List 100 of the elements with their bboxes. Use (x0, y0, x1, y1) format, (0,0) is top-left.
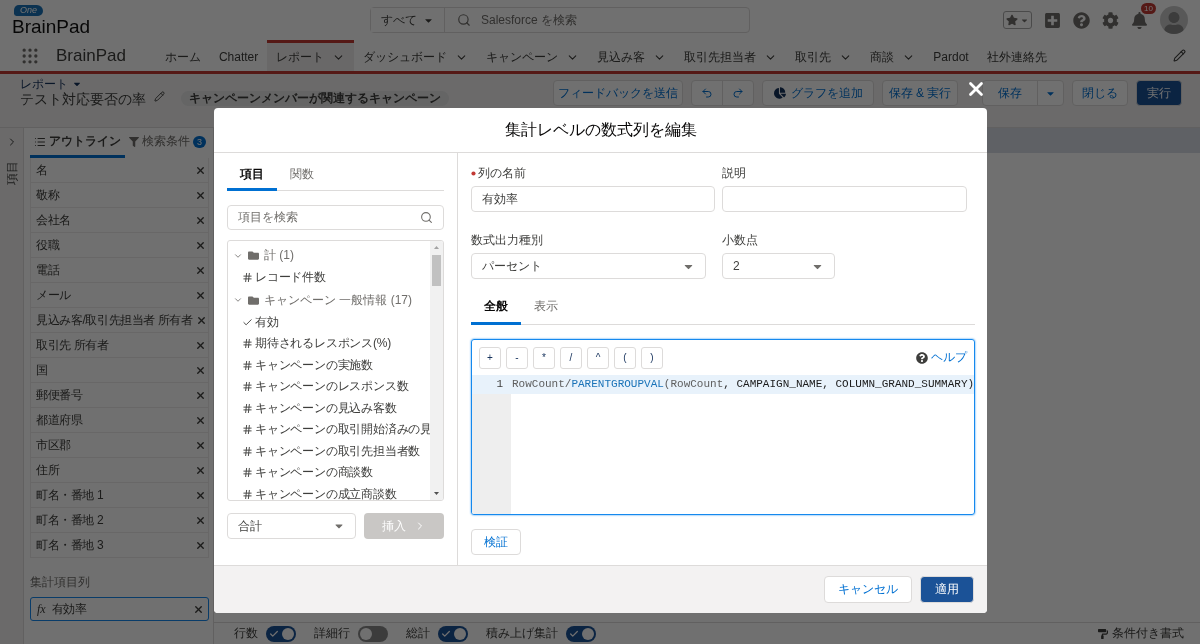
remove-icon[interactable] (195, 414, 206, 426)
remove-icon[interactable] (195, 264, 206, 276)
operator-button[interactable]: ) (641, 346, 663, 369)
operator-button[interactable]: + (479, 346, 501, 369)
feedback-button[interactable]: フィードバックを送信 (553, 80, 683, 106)
tree-group[interactable]: キャンペーン 一般情報 (17) (233, 288, 412, 312)
tree-group[interactable]: 計 (1) (233, 244, 294, 267)
column-row[interactable]: 名 (30, 158, 209, 183)
nav-tab[interactable]: Pardot (924, 40, 978, 71)
edit-icon[interactable] (154, 91, 165, 102)
search-field[interactable]: すべて Salesforce を検索 (370, 7, 750, 33)
tab[interactable]: 項目 (227, 161, 277, 191)
operator-button[interactable]: ^ (587, 346, 609, 369)
add-chart-button[interactable]: グラフを追加 (762, 80, 874, 106)
save-run-button[interactable]: 保存 & 実行 (882, 80, 958, 106)
nav-tab[interactable]: レポート (267, 40, 355, 71)
toggle-switch[interactable] (358, 625, 388, 642)
remove-icon[interactable] (195, 289, 206, 301)
column-row[interactable]: 役職 (30, 233, 209, 258)
remove-icon[interactable] (195, 539, 206, 551)
column-row[interactable]: 町名・番地 1 (30, 483, 209, 508)
tree-item[interactable]: キャンペーンのレスポンス数 (233, 376, 409, 398)
remove-icon[interactable] (195, 314, 207, 326)
column-row[interactable]: 町名・番地 3 (30, 533, 209, 558)
column-row[interactable]: 都道府県 (30, 408, 209, 433)
nav-tab[interactable]: 見込み客 (588, 40, 676, 71)
nav-tab[interactable]: ホーム (155, 40, 210, 71)
scrollbar[interactable] (430, 241, 443, 500)
tree-item[interactable]: 期待されるレスポンス(%) (233, 333, 392, 355)
edit-icon[interactable] (1173, 49, 1186, 62)
plus-icon[interactable] (1044, 11, 1061, 29)
help-link[interactable]: ヘルプ (916, 349, 968, 366)
column-row[interactable]: 住所 (30, 458, 209, 483)
tree-item[interactable]: キャンペーンの見込み客数 (233, 397, 397, 419)
remove-icon[interactable] (195, 489, 206, 501)
operator-button[interactable]: - (506, 346, 528, 369)
nav-tab[interactable]: 社外連絡先 (977, 40, 1056, 71)
settings-icon[interactable] (1102, 11, 1119, 29)
column-row[interactable]: 取引先 所有者 (30, 333, 209, 358)
breadcrumb-link[interactable]: レポート (20, 76, 449, 91)
remove-icon[interactable] (195, 164, 206, 176)
remove-icon[interactable] (195, 214, 206, 226)
nav-tab[interactable]: Chatter (209, 40, 268, 71)
tree-item[interactable]: 有効 (233, 311, 279, 333)
formula-column-row[interactable]: fx 有効率 (30, 597, 209, 621)
toggle-switch[interactable] (266, 625, 296, 642)
column-row[interactable]: 国 (30, 358, 209, 383)
tree-item[interactable]: キャンペーンの成立商談数 (233, 483, 397, 500)
panel-label[interactable]: 項目 (3, 160, 20, 185)
column-row[interactable]: 会社名 (30, 208, 209, 233)
column-row[interactable]: 敬称 (30, 183, 209, 208)
remove-icon[interactable] (195, 364, 206, 376)
favorites-button[interactable] (1003, 11, 1032, 29)
help-icon[interactable] (1073, 11, 1090, 29)
run-button[interactable]: 実行 (1136, 80, 1182, 106)
tab[interactable]: 全般 (471, 291, 521, 325)
toggle-switch[interactable] (566, 625, 596, 642)
select-field[interactable]: 2 (722, 253, 835, 279)
operator-button[interactable]: * (533, 346, 555, 369)
select-field[interactable]: パーセント (471, 253, 706, 279)
panel-tab[interactable]: 検索条件 3 (125, 128, 210, 158)
tab[interactable]: 関数 (277, 161, 327, 191)
search-field[interactable]: 項目を検索 (227, 205, 444, 230)
bell-icon[interactable] (1131, 11, 1148, 29)
close-button[interactable]: 閉じる (1072, 80, 1128, 106)
column-row[interactable]: 電話 (30, 258, 209, 283)
column-row[interactable]: メール (30, 283, 209, 308)
validate-button[interactable]: 検証 (471, 529, 521, 555)
remove-icon[interactable] (195, 339, 206, 351)
tree-item[interactable]: キャンペーンの商談数 (233, 462, 373, 484)
column-row[interactable]: 郵便番号 (30, 383, 209, 408)
cancel-button[interactable]: キャンセル (824, 576, 912, 603)
operator-button[interactable]: ( (614, 346, 636, 369)
text-field[interactable] (722, 186, 967, 212)
search-scope-dropdown[interactable]: すべて (371, 8, 445, 32)
remove-icon[interactable] (195, 389, 206, 401)
remove-icon[interactable] (195, 439, 206, 451)
avatar[interactable] (1160, 6, 1188, 34)
column-row[interactable]: 市区郡 (30, 433, 209, 458)
column-row[interactable]: 見込み客/取引先担当者 所有者 (30, 308, 209, 333)
nav-tab[interactable]: ダッシュボード (354, 40, 478, 71)
nav-tab[interactable]: キャンペーン (477, 40, 589, 71)
remove-icon[interactable] (195, 464, 206, 476)
operator-button[interactable]: / (560, 346, 582, 369)
remove-icon[interactable] (193, 603, 204, 615)
tree-item[interactable]: キャンペーンの取引先担当者数 (233, 440, 421, 462)
formula-editor[interactable]: + - * / ^ ( ) ヘルプ 1 RowCount/PARENTGROUPVAL(RowCount, CAMPAIGN_NAME, COLUMN_GRAND_SUMMARY) (471, 339, 976, 515)
tab[interactable]: 表示 (521, 291, 571, 325)
toggle-switch[interactable] (438, 625, 468, 642)
conditional-format-button[interactable]: 条件付き書式 (1092, 624, 1190, 643)
remove-icon[interactable] (195, 239, 206, 251)
nav-tab[interactable]: 取引先担当者 (675, 40, 787, 71)
tree-item[interactable]: キャンペーンの実施数 (233, 354, 373, 376)
text-field[interactable]: 有効率 (471, 186, 715, 212)
nav-tab[interactable]: 商談 (861, 40, 925, 71)
tree-item[interactable]: レコード件数 (233, 267, 326, 289)
aggregate-select[interactable]: 合計 (227, 513, 357, 539)
remove-icon[interactable] (195, 514, 206, 526)
apply-button[interactable]: 適用 (920, 576, 974, 603)
column-row[interactable]: 町名・番地 2 (30, 508, 209, 533)
